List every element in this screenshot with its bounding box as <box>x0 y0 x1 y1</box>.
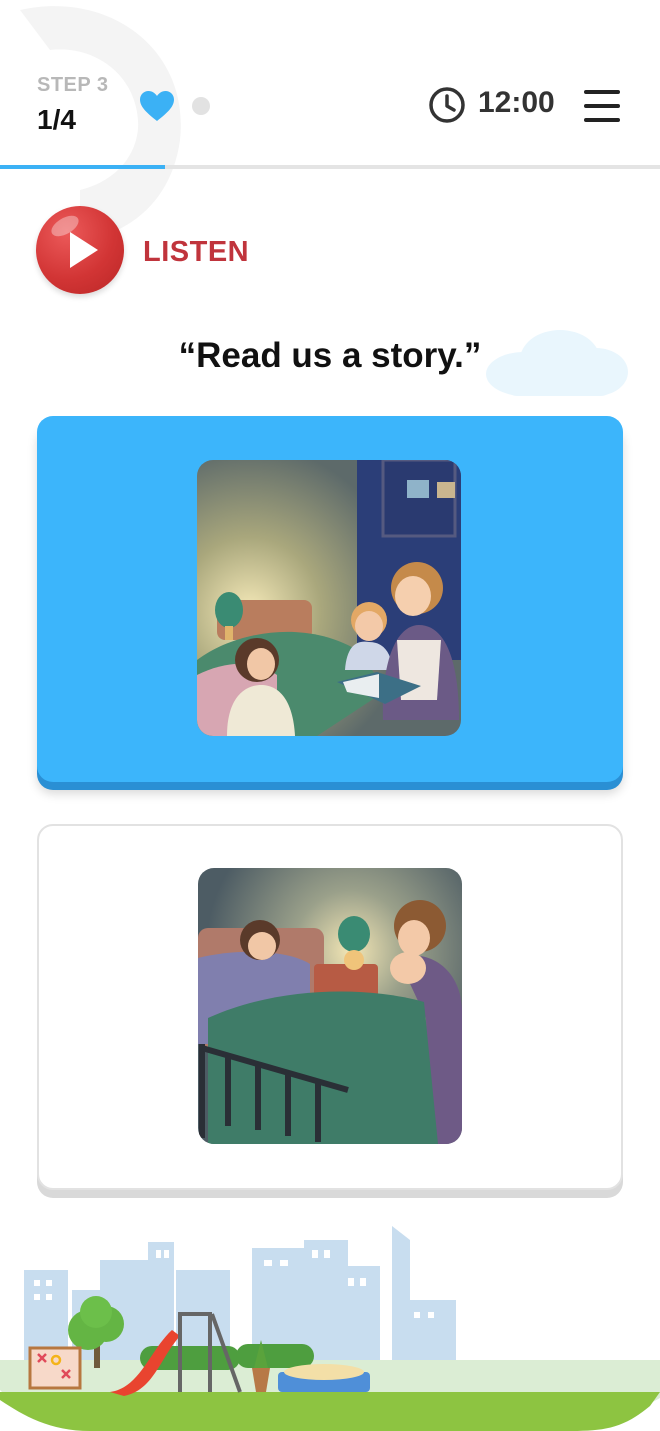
step-counter: 1/4 <box>37 104 76 135</box>
top-bar: STEP 3 1/4 12:00 <box>0 0 660 170</box>
tucking-in-illustration <box>198 868 462 1144</box>
answer-option-2[interactable] <box>37 824 623 1190</box>
heart-icon <box>140 91 174 121</box>
listen-label: LISTEN <box>143 236 250 268</box>
progress-bar-fill <box>0 165 165 169</box>
prompt-text: “Read us a story.” <box>178 336 482 375</box>
timer-display: 12:00 <box>478 86 555 119</box>
playground-scenery <box>0 1226 660 1431</box>
answer-option-1[interactable] <box>37 416 623 782</box>
step-label: STEP 3 <box>37 74 109 96</box>
bedtime-story-illustration <box>197 460 461 736</box>
play-icon <box>70 232 98 268</box>
progress-bar <box>0 165 660 169</box>
listen-button[interactable] <box>36 206 124 294</box>
clock-icon <box>429 87 465 123</box>
hamburger-menu-icon[interactable] <box>584 90 620 122</box>
lives-empty-dot <box>192 97 210 115</box>
